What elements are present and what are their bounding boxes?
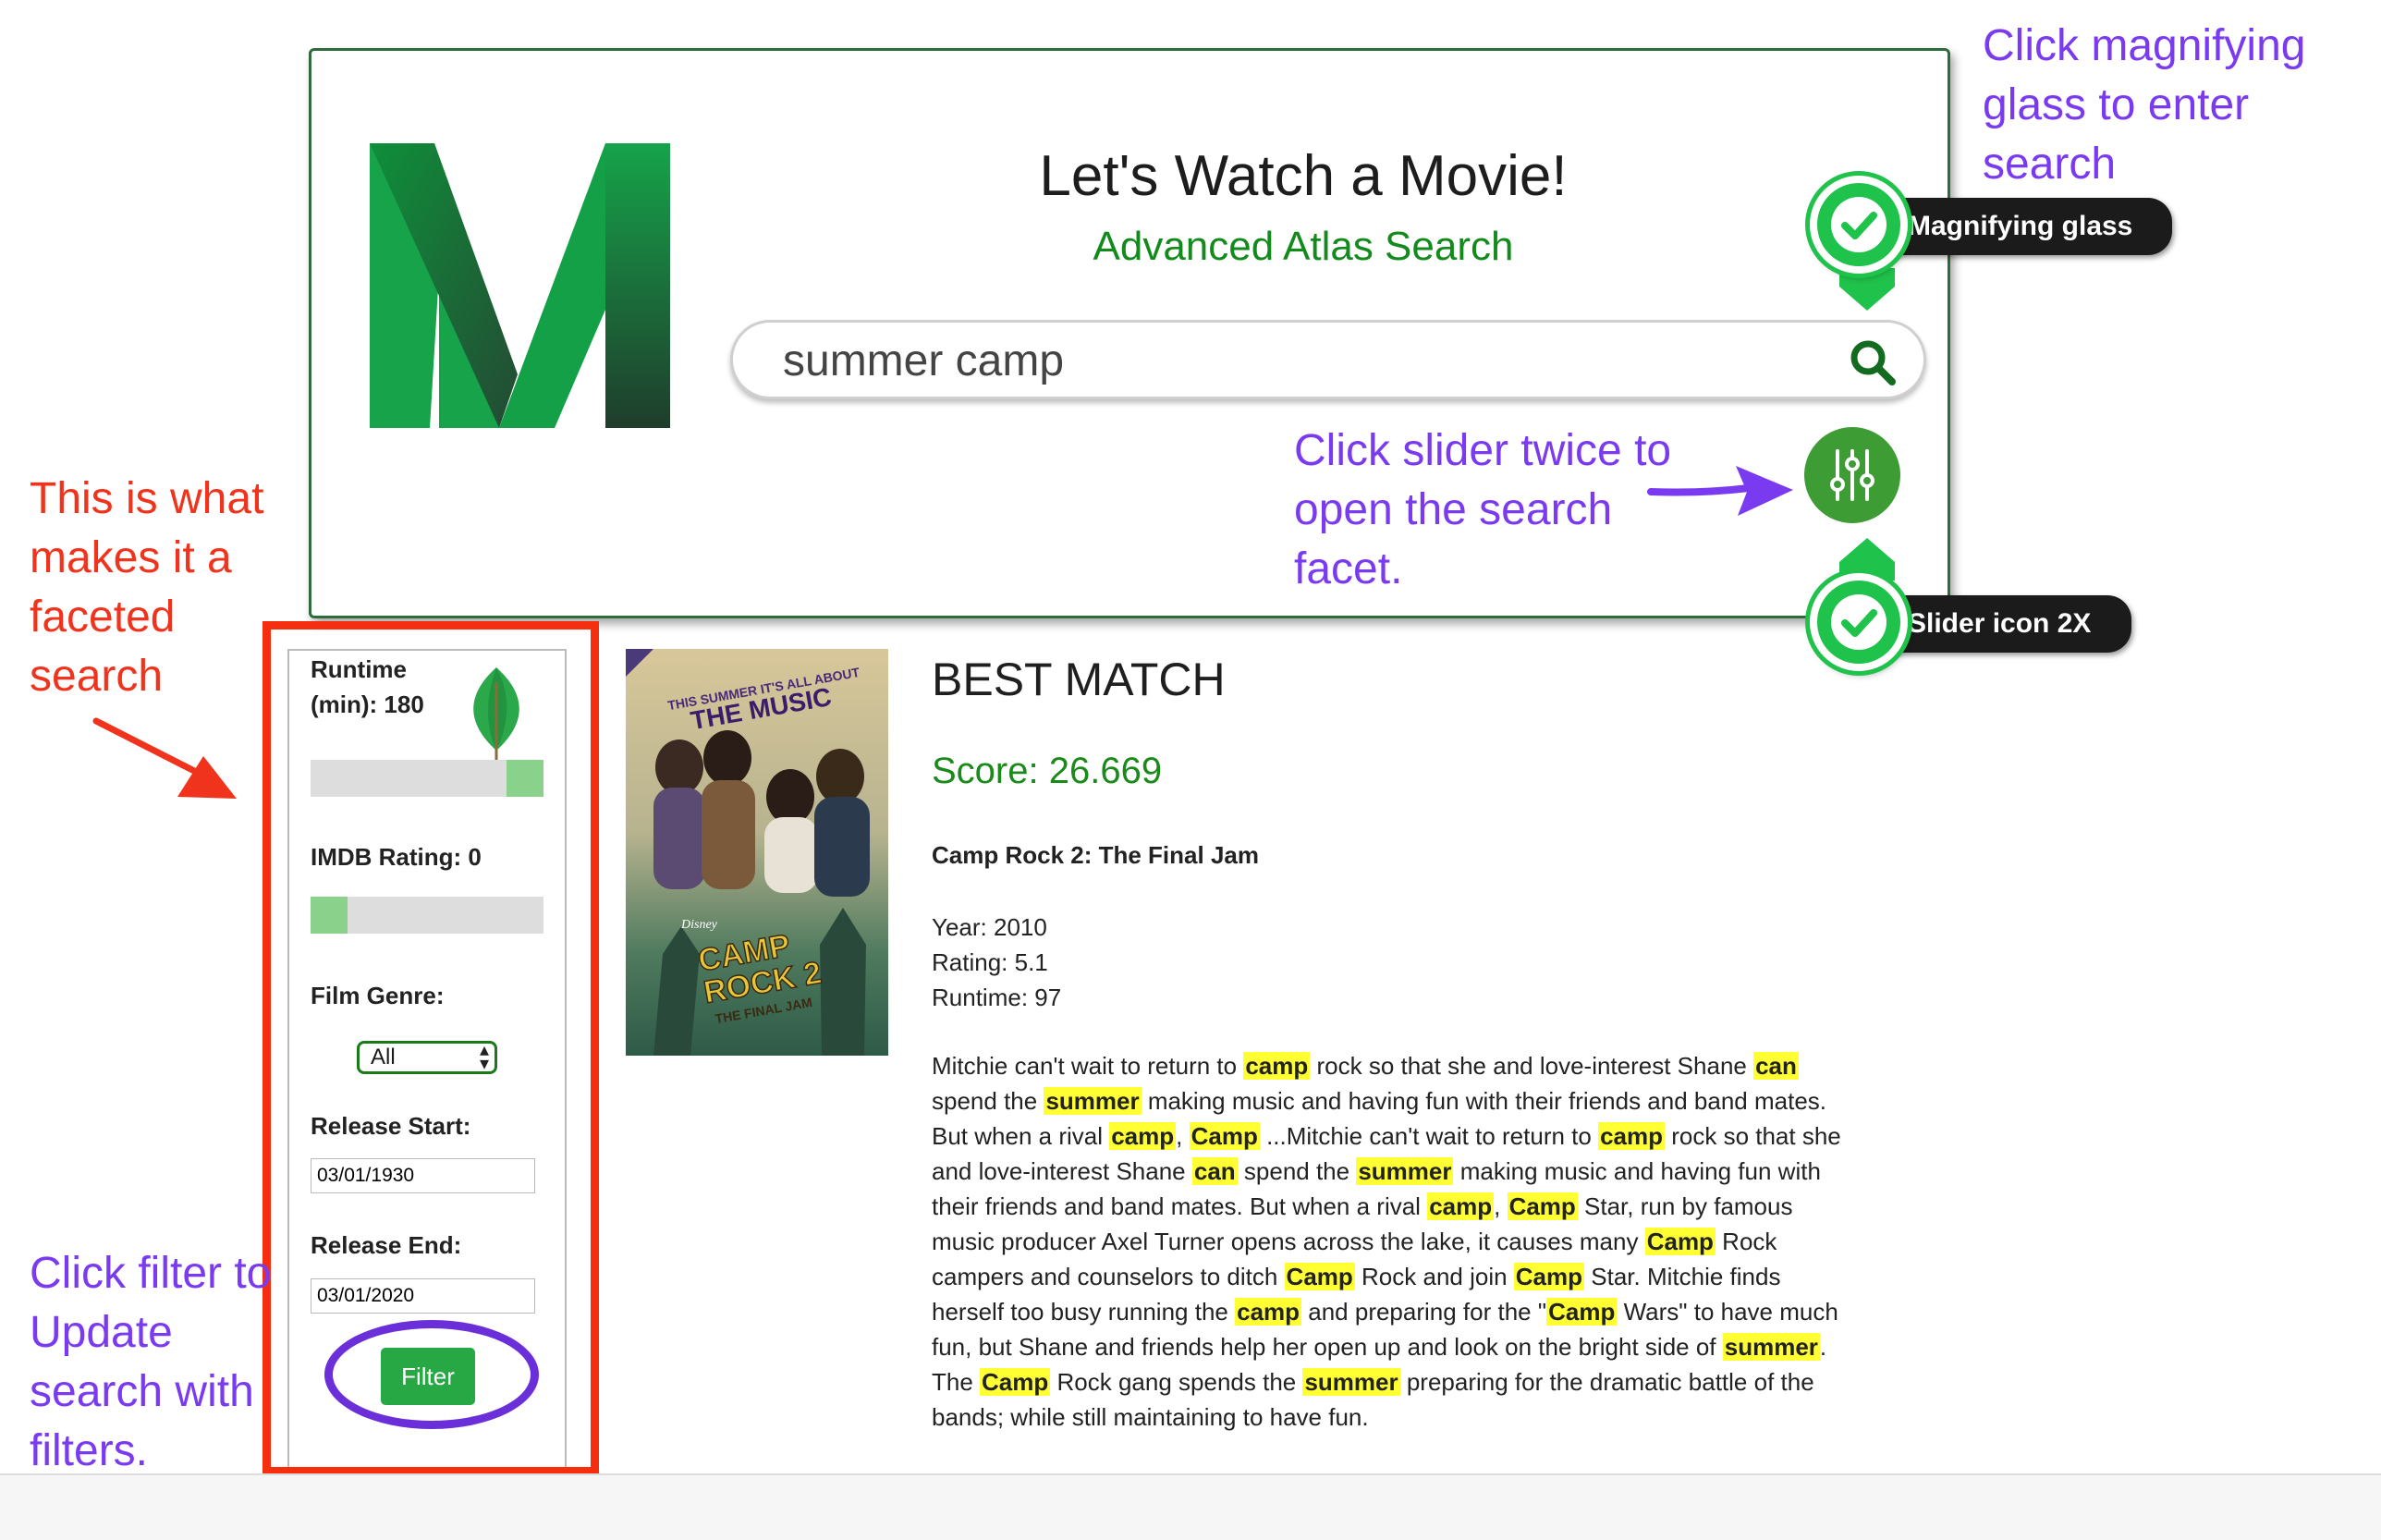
movie-plot-highlights: Mitchie can't wait to return to camp roc…	[932, 1048, 1847, 1435]
plot-text: ,	[1494, 1192, 1508, 1220]
movie-year: Year: 2010	[932, 913, 1047, 941]
annotation-magnify: Click magnifying glass to enter search	[1983, 21, 2306, 189]
highlighted-term: summer	[1044, 1087, 1142, 1115]
highlighted-term: can	[1191, 1157, 1238, 1185]
match-score: Score: 26.669	[932, 751, 1163, 791]
highlighted-term: camp	[1427, 1192, 1495, 1220]
search-icon[interactable]	[1848, 337, 1898, 387]
movie-rating: Rating: 5.1	[932, 948, 1048, 976]
movie-meta: Year: 2010 Rating: 5.1 Runtime: 97	[932, 910, 1061, 1015]
highlighted-term: Camp	[1189, 1122, 1260, 1150]
search-input[interactable]	[783, 334, 1800, 387]
mongodb-m-logo	[370, 143, 670, 428]
search-bar	[730, 320, 1926, 399]
check-badge-magnify	[1810, 176, 1908, 274]
highlighted-term: Camp	[1284, 1263, 1355, 1290]
badge-pointer-down	[1839, 268, 1895, 311]
highlighted-term: can	[1753, 1052, 1799, 1080]
purple-arrow-icon	[1647, 466, 1793, 516]
annotation-faceted-search: This is what makes it a faceted search	[30, 474, 264, 701]
highlighted-term: camp	[1109, 1122, 1177, 1150]
best-match-heading: BEST MATCH	[932, 654, 1226, 705]
red-arrow-icon	[92, 717, 237, 799]
highlighted-term: Camp	[1546, 1298, 1618, 1326]
highlighted-term: summer	[1722, 1333, 1820, 1361]
highlighted-term: Camp	[1507, 1192, 1578, 1220]
sliders-icon	[1830, 449, 1874, 501]
plot-text: ...Mitchie can't wait to return to	[1259, 1122, 1599, 1150]
highlighted-term: summer	[1356, 1157, 1454, 1185]
highlighted-term: camp	[1235, 1298, 1302, 1326]
poster-brand: Disney	[680, 918, 718, 932]
page-title: Let's Watch a Movie!	[1039, 144, 1568, 208]
checkmark-icon	[1831, 197, 1886, 252]
plot-text: ,	[1176, 1122, 1190, 1150]
plot-text: and preparing for the "	[1301, 1298, 1547, 1326]
browser-bottom-bar	[0, 1473, 2381, 1540]
page-subtitle: Advanced Atlas Search	[1093, 224, 1514, 269]
movie-poster[interactable]: THIS SUMMER IT'S ALL ABOUT THE MUSIC Dis…	[626, 649, 888, 1056]
plot-text: Rock gang spends the	[1050, 1368, 1303, 1396]
plot-text: Mitchie can't wait to return to	[932, 1052, 1244, 1080]
filter-highlight-ellipse	[324, 1320, 539, 1429]
plot-text: spend the	[1237, 1157, 1357, 1185]
annotation-filter: Click filter to Update search with filte…	[30, 1249, 272, 1475]
annotation-slider: Click slider twice to open the search fa…	[1294, 426, 1672, 593]
movie-runtime: Runtime: 97	[932, 984, 1062, 1011]
checkmark-icon	[1831, 594, 1886, 650]
plot-text: rock so that she and love-interest Shane	[1310, 1052, 1754, 1080]
plot-text: Rock and join	[1354, 1263, 1514, 1290]
movie-title[interactable]: Camp Rock 2: The Final Jam	[932, 841, 1259, 870]
highlighted-term: camp	[1598, 1122, 1665, 1150]
highlighted-term: Camp	[1644, 1228, 1716, 1255]
filter-slider-button[interactable]	[1804, 427, 1900, 523]
check-badge-slider	[1810, 573, 1908, 671]
highlighted-term: camp	[1243, 1052, 1311, 1080]
highlighted-term: summer	[1302, 1368, 1400, 1396]
highlighted-term: Camp	[1513, 1263, 1585, 1290]
highlighted-term: Camp	[980, 1368, 1051, 1396]
plot-text: spend the	[932, 1087, 1044, 1115]
